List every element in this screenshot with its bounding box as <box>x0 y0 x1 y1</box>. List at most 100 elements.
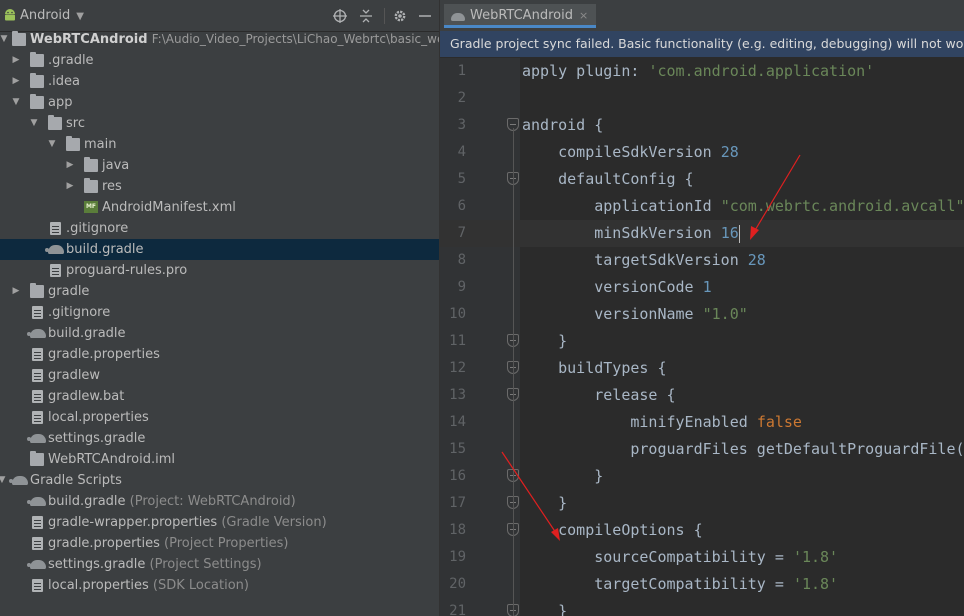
gradle-icon <box>27 434 46 443</box>
file-icon <box>32 306 43 319</box>
tree-item-local-properties[interactable]: local.properties <box>0 407 439 428</box>
chevron-right-icon[interactable]: ▶ <box>64 176 76 197</box>
tree-item-gradlew-bat[interactable]: gradlew.bat <box>0 386 439 407</box>
tree-item-res[interactable]: ▶ res <box>0 176 439 197</box>
tree-item-script-gradle-properties[interactable]: gradle.properties (Project Properties) <box>0 533 439 554</box>
tree-item-label: gradlew <box>48 368 101 383</box>
tree-item-script-build-gradle[interactable]: build.gradle (Project: WebRTCAndroid) <box>0 491 439 512</box>
tree-item-gradle-properties[interactable]: gradle.properties <box>0 344 439 365</box>
tree-item-settings-gradle[interactable]: settings.gradle <box>0 428 439 449</box>
tree-item-gitignore[interactable]: .gitignore <box>0 302 439 323</box>
code-line[interactable]: 18 compileOptions { <box>440 517 964 544</box>
tree-item-app[interactable]: ▼ app <box>0 92 439 113</box>
ide-window: Android ▼ ▼ WebRTCAndroid F:\Audio_Video_… <box>0 0 964 616</box>
code-line[interactable]: 11 } <box>440 328 964 355</box>
locate-icon[interactable] <box>332 6 348 26</box>
tree-item-script-wrapper[interactable]: gradle-wrapper.properties (Gradle Versio… <box>0 512 439 533</box>
chevron-down-icon[interactable]: ▼ <box>28 113 40 134</box>
tree-item-script-local[interactable]: local.properties (SDK Location) <box>0 575 439 596</box>
code-text: proguardFiles getDefaultProguardFile( <box>522 440 964 458</box>
tree-item-iml[interactable]: WebRTCAndroid.iml <box>0 449 439 470</box>
code-line[interactable]: 10 versionName "1.0" <box>440 301 964 328</box>
gradle-icon <box>45 245 64 254</box>
tree-item-gradlew[interactable]: gradlew <box>0 365 439 386</box>
code-line[interactable]: 12 buildTypes { <box>440 355 964 382</box>
banner-text: Gradle project sync failed. Basic functi… <box>450 36 964 51</box>
tree-item-java[interactable]: ▶ java <box>0 155 439 176</box>
tree-item-root[interactable]: ▼ WebRTCAndroid F:\Audio_Video_Projects\… <box>0 29 439 50</box>
code-line[interactable]: 15 proguardFiles getDefaultProguardFile( <box>440 436 964 463</box>
sync-failed-banner: Gradle project sync failed. Basic functi… <box>440 31 964 57</box>
gear-icon[interactable] <box>392 6 408 26</box>
project-panel: Android ▼ ▼ WebRTCAndroid F:\Audio_Video_… <box>0 0 440 616</box>
code-text: defaultConfig { <box>522 170 694 188</box>
line-number: 13 <box>449 387 466 403</box>
tree-item-hint: (Project Properties) <box>164 536 289 551</box>
properties-file-icon <box>32 348 43 361</box>
tree-item-src[interactable]: ▼ src <box>0 113 439 134</box>
chevron-right-icon[interactable]: ▶ <box>10 71 22 92</box>
tree-item-label: local.properties <box>48 410 149 425</box>
tab-label: WebRTCAndroid <box>470 8 573 23</box>
chevron-down-icon[interactable]: ▼ <box>0 29 10 50</box>
chevron-right-icon[interactable]: ▶ <box>10 281 22 302</box>
code-line[interactable]: 5 defaultConfig { <box>440 166 964 193</box>
tree-item-label: settings.gradle <box>48 557 146 572</box>
root-path: F:\Audio_Video_Projects\LiChao_Webrtc\ba… <box>151 32 440 46</box>
tree-item-idea[interactable]: ▶ .idea <box>0 71 439 92</box>
file-icon <box>32 390 43 403</box>
view-mode-dropdown[interactable]: Android ▼ <box>20 6 84 26</box>
chevron-right-icon[interactable]: ▶ <box>64 155 76 176</box>
minimize-icon[interactable] <box>418 6 432 26</box>
chevron-down-icon[interactable]: ▼ <box>10 92 22 113</box>
line-number: 18 <box>449 522 466 538</box>
tree-item-main[interactable]: ▼ main <box>0 134 439 155</box>
tree-item-label: settings.gradle <box>48 431 146 446</box>
line-number: 14 <box>449 414 466 430</box>
code-line[interactable]: 19 sourceCompatibility = '1.8' <box>440 544 964 571</box>
tab-build-gradle[interactable]: WebRTCAndroid × <box>444 4 597 28</box>
code-line[interactable]: 20 targetCompatibility = '1.8' <box>440 571 964 598</box>
tree-item-label: Gradle Scripts <box>30 473 122 488</box>
tree-item-app-gitignore[interactable]: .gitignore <box>0 218 439 239</box>
tree-item-label: gradle.properties <box>48 536 160 551</box>
folder-icon <box>48 115 62 130</box>
tree-item-label: java <box>102 158 130 173</box>
tree-item-label: local.properties <box>48 578 149 593</box>
close-icon[interactable]: × <box>579 9 588 22</box>
code-line[interactable]: 8 targetSdkVersion 28 <box>440 247 964 274</box>
tree-item-hint: (Gradle Version) <box>221 515 327 530</box>
code-line[interactable]: 17 } <box>440 490 964 517</box>
code-line[interactable]: 16 } <box>440 463 964 490</box>
code-line[interactable]: 6 applicationId "com.webrtc.android.avca… <box>440 193 964 220</box>
chevron-down-icon[interactable]: ▼ <box>46 134 58 155</box>
tree-item-label: app <box>48 95 73 110</box>
code-line[interactable]: 2 <box>440 85 964 112</box>
tree-item-proguard[interactable]: proguard-rules.pro <box>0 260 439 281</box>
code-line[interactable]: 4 compileSdkVersion 28 <box>440 139 964 166</box>
tree-item-label: .gitignore <box>66 221 129 236</box>
code-line[interactable]: 13 release { <box>440 382 964 409</box>
tree-item-app-build-gradle[interactable]: build.gradle <box>0 239 439 260</box>
tree-item-script-settings[interactable]: settings.gradle (Project Settings) <box>0 554 439 575</box>
gradle-icon <box>27 560 46 569</box>
code-line[interactable]: 7 minSdkVersion 16 <box>440 220 964 247</box>
tree-item-manifest[interactable]: MF AndroidManifest.xml <box>0 197 439 218</box>
code-line[interactable]: 9 versionCode 1 <box>440 274 964 301</box>
tree-item-gradle-dir[interactable]: ▶ .gradle <box>0 50 439 71</box>
file-icon <box>32 369 43 382</box>
code-line[interactable]: 14 minifyEnabled false <box>440 409 964 436</box>
code-line[interactable]: 1 apply plugin: 'com.android.application' <box>440 58 964 85</box>
chevron-down-icon[interactable]: ▼ <box>0 470 8 491</box>
properties-file-icon <box>32 411 43 424</box>
chevron-right-icon[interactable]: ▶ <box>10 50 22 71</box>
tree-item-build-gradle[interactable]: build.gradle <box>0 323 439 344</box>
tree-item-gradle-scripts[interactable]: ▼ Gradle Scripts <box>0 470 439 491</box>
module-file-icon <box>30 451 44 466</box>
code-area[interactable]: 1 apply plugin: 'com.android.application'… <box>440 58 964 616</box>
tree-item-gradle-folder[interactable]: ▶ gradle <box>0 281 439 302</box>
code-line[interactable]: 21 } <box>440 598 964 616</box>
code-line[interactable]: 3 android { <box>440 112 964 139</box>
tree-item-hint: (Project: WebRTCAndroid) <box>129 494 296 509</box>
collapse-all-icon[interactable] <box>358 6 374 26</box>
